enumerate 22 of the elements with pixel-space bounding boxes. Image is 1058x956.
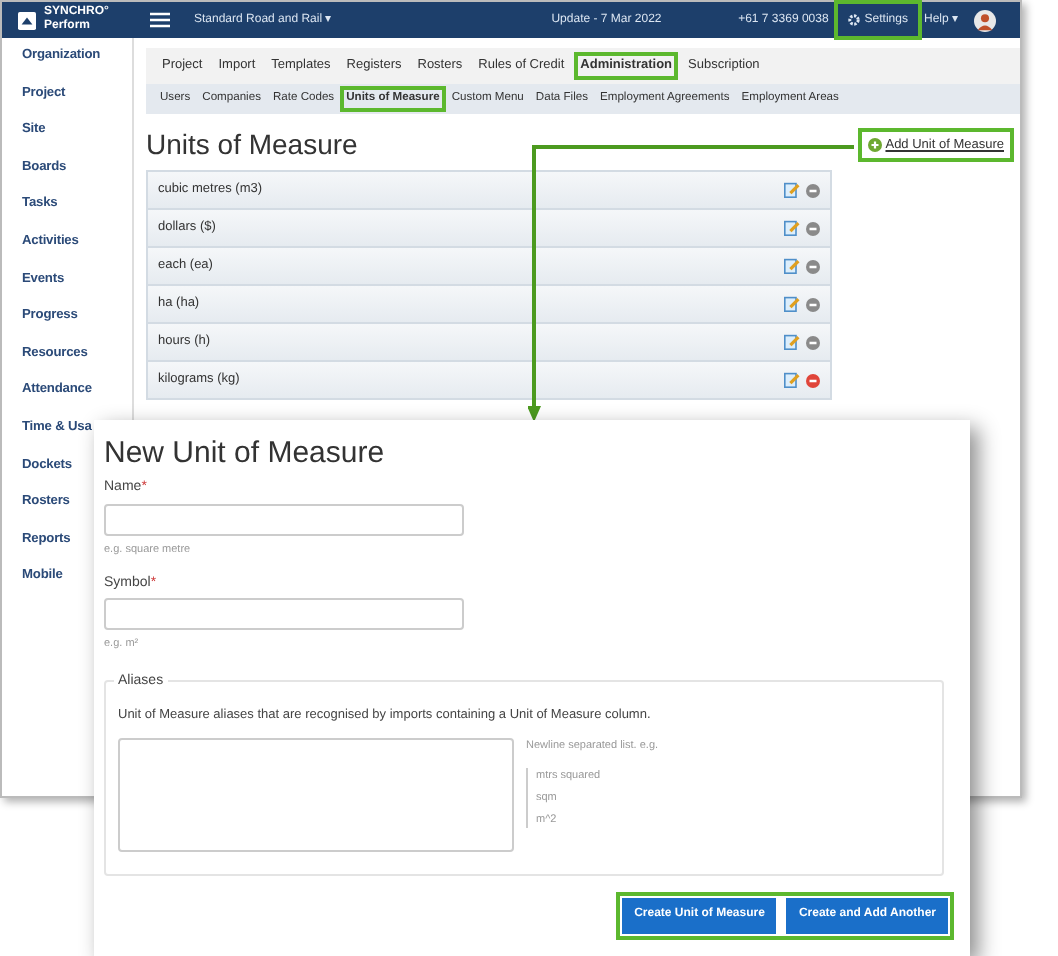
gear-icon <box>848 14 861 26</box>
logo-icon <box>18 11 36 29</box>
remove-icon[interactable] <box>806 335 820 349</box>
text-field[interactable] <box>104 503 464 535</box>
plus-icon <box>867 138 882 152</box>
page-title: Units of Measure <box>146 126 358 164</box>
edit-icon[interactable] <box>784 296 800 312</box>
remove-icon[interactable] <box>806 259 820 273</box>
dialog-title: New Unit of Measure <box>104 436 387 472</box>
edit-icon[interactable] <box>784 182 800 198</box>
edit-icon[interactable] <box>784 372 800 388</box>
edit-icon[interactable] <box>784 220 800 236</box>
menu-icon[interactable] <box>150 12 170 28</box>
remove-icon[interactable] <box>806 221 820 235</box>
edit-icon[interactable] <box>784 334 800 350</box>
remove-icon[interactable] <box>806 297 820 311</box>
avatar-icon[interactable] <box>974 9 996 31</box>
remove-icon[interactable] <box>806 373 820 387</box>
remove-icon[interactable] <box>806 183 820 197</box>
aliases-textarea[interactable] <box>118 738 514 853</box>
text-field[interactable] <box>104 598 464 631</box>
edit-icon[interactable] <box>784 258 800 274</box>
